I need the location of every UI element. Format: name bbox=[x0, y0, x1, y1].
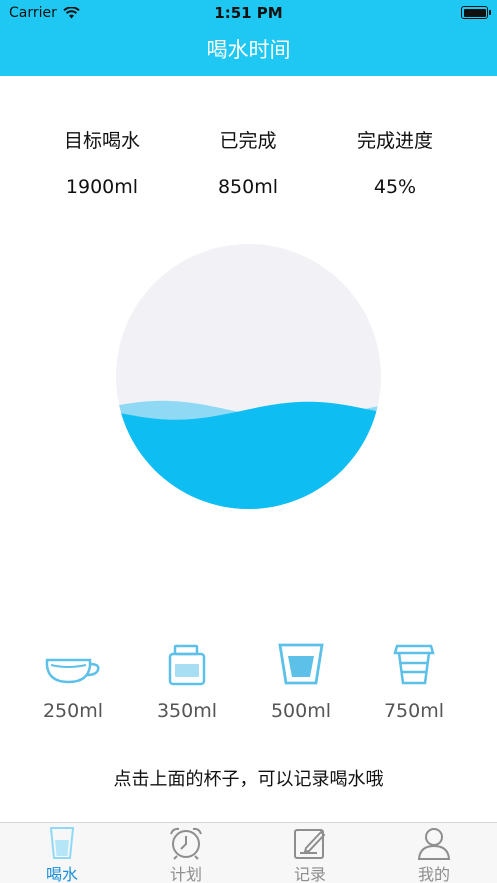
alarm-clock-icon bbox=[170, 827, 202, 860]
tab-label: 计划 bbox=[169, 865, 202, 883]
tab-label: 记录 bbox=[293, 865, 326, 883]
cup-option-500[interactable]: 500ml bbox=[246, 640, 356, 722]
status-time: 1:51 PM bbox=[214, 4, 283, 22]
tab-label: 我的 bbox=[417, 865, 450, 883]
cup-option-250[interactable]: 250ml bbox=[18, 640, 128, 722]
tab-record[interactable]: 记录 bbox=[248, 825, 372, 883]
header-bar: Carrier 1:51 PM 喝水时间 bbox=[0, 0, 497, 76]
water-progress-circle bbox=[116, 244, 381, 509]
status-bar: Carrier 1:51 PM bbox=[0, 0, 497, 26]
cup-label: 250ml bbox=[42, 700, 104, 722]
cup-label: 500ml bbox=[270, 700, 332, 722]
person-icon bbox=[417, 828, 451, 860]
cup-label: 350ml bbox=[156, 700, 218, 722]
tab-bar: 喝水 计划 记录 我的 bbox=[0, 822, 497, 883]
stat-progress-value: 45% bbox=[373, 176, 417, 198]
stat-target-label: 目标喝水 bbox=[63, 130, 140, 152]
cup-option-750[interactable]: 750ml bbox=[359, 640, 469, 722]
cup-label: 750ml bbox=[383, 700, 445, 722]
stat-progress-label: 完成进度 bbox=[356, 130, 433, 152]
tab-label: 喝水 bbox=[45, 865, 78, 883]
tab-plan[interactable]: 计划 bbox=[124, 825, 248, 883]
hint-text: 点击上面的杯子，可以记录喝水哦 bbox=[113, 769, 384, 790]
tab-mine[interactable]: 我的 bbox=[372, 825, 496, 883]
tab-drink[interactable]: 喝水 bbox=[0, 825, 124, 883]
glass-icon bbox=[49, 827, 75, 859]
glass-icon bbox=[278, 643, 324, 685]
stat-done-label: 已完成 bbox=[219, 130, 277, 152]
battery-icon bbox=[461, 6, 491, 19]
stat-target-value: 1900ml bbox=[65, 176, 139, 198]
edit-note-icon bbox=[294, 829, 326, 859]
jar-icon bbox=[168, 644, 206, 686]
takeaway-cup-icon bbox=[393, 644, 435, 685]
teacup-icon bbox=[45, 658, 100, 684]
page-title: 喝水时间 bbox=[206, 38, 291, 62]
cup-option-350[interactable]: 350ml bbox=[132, 640, 242, 722]
stat-done-value: 850ml bbox=[217, 176, 279, 198]
